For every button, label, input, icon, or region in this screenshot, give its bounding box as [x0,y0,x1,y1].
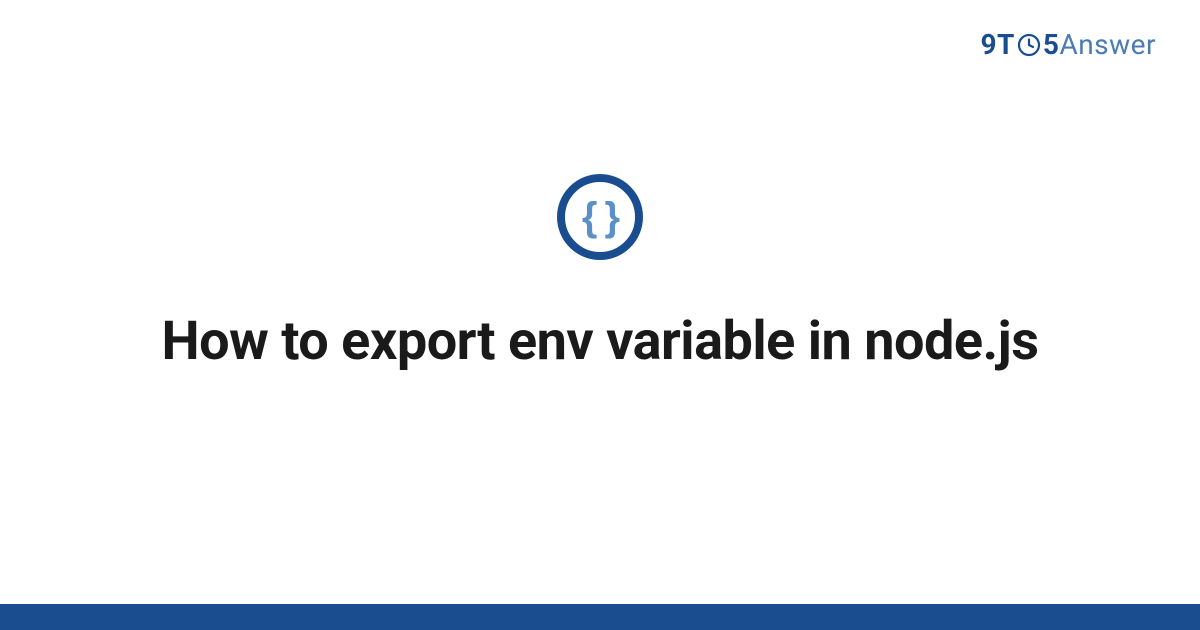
footer-accent-bar [0,604,1200,630]
page-title: How to export env variable in node.js [162,308,1039,376]
code-braces-icon: { } [582,195,618,240]
category-badge: { } [557,174,643,260]
main-content: { } How to export env variable in node.j… [0,0,1200,630]
